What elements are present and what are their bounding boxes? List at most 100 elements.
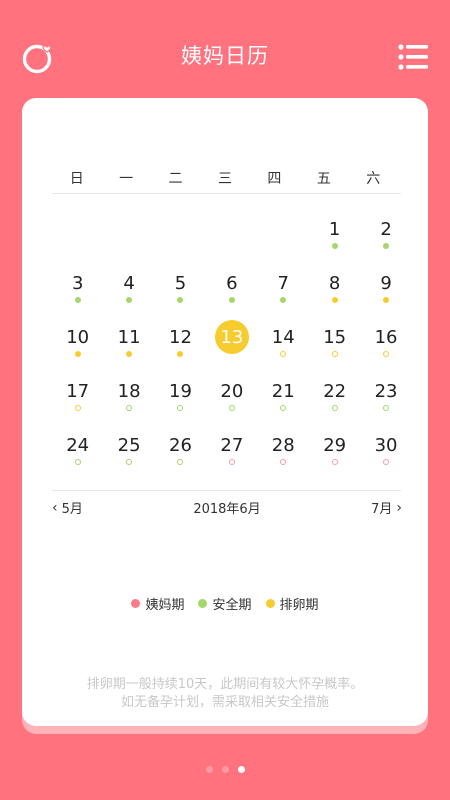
day-number: 15 xyxy=(323,327,347,348)
safe-status-dot xyxy=(228,297,235,303)
safe-status-dot xyxy=(126,459,133,465)
chevron-right-icon: › xyxy=(396,499,402,516)
day-number: 4 xyxy=(123,273,135,294)
day-cell[interactable]: 21 xyxy=(258,358,309,412)
day-number: 10 xyxy=(66,327,90,348)
day-number: 19 xyxy=(169,381,192,402)
period-status-dot xyxy=(383,459,390,465)
current-month-label: 2018年6月 xyxy=(193,502,261,517)
ovu-status-dot xyxy=(280,351,287,357)
page-dot[interactable] xyxy=(221,766,229,773)
ovu-status-dot xyxy=(126,351,133,357)
day-number: 5 xyxy=(174,273,187,294)
weekday-header: 日一二三四五六 xyxy=(52,168,398,192)
day-cell[interactable]: 20 xyxy=(206,358,257,412)
day-cell[interactable]: 26 xyxy=(155,412,206,466)
day-cell[interactable]: 14 xyxy=(258,304,309,358)
day-number: 2 xyxy=(380,219,392,240)
page-dot[interactable] xyxy=(205,766,213,773)
day-number: 30 xyxy=(374,435,398,456)
calendar-card: 日一二三四五六 1 2 3 4 5 6 7 8 9 10 11 12 13 14 15 16 17 18 19 20 2… xyxy=(22,98,428,726)
day-number: 12 xyxy=(169,327,192,348)
legend-item-period: 姨妈期 xyxy=(131,594,184,613)
safe-status-dot xyxy=(177,297,184,303)
day-number: 9 xyxy=(380,273,392,294)
day-cell[interactable]: 5 xyxy=(155,250,206,304)
ovu-status-dot xyxy=(331,297,338,303)
empty-cell xyxy=(258,196,309,250)
day-number: 1 xyxy=(328,219,341,240)
calendar-week: 17 18 19 20 21 22 23 xyxy=(52,358,412,412)
day-cell[interactable]: 30 xyxy=(360,412,411,466)
day-number: 13 xyxy=(220,327,244,348)
next-month-button[interactable]: 7月 › xyxy=(371,498,402,518)
safe-status-dot xyxy=(74,459,81,465)
day-cell[interactable]: 18 xyxy=(103,358,154,412)
safe-status-dot xyxy=(280,297,287,303)
day-cell[interactable]: 6 xyxy=(206,250,257,304)
day-cell[interactable]: 13 xyxy=(206,304,257,358)
calendar-week: 12 xyxy=(52,196,412,250)
day-cell[interactable]: 3 xyxy=(52,250,103,304)
day-cell[interactable]: 19 xyxy=(155,358,206,412)
divider xyxy=(52,490,401,491)
day-cell[interactable]: 23 xyxy=(360,358,411,412)
day-cell[interactable]: 29 xyxy=(309,412,360,466)
period-status-dot xyxy=(280,459,287,465)
ovu-status-dot xyxy=(331,351,338,357)
period-status-dot xyxy=(331,459,338,465)
day-number: 29 xyxy=(323,435,347,456)
safe-status-dot xyxy=(228,405,235,411)
day-cell[interactable]: 2 xyxy=(360,196,411,250)
list-menu-icon[interactable] xyxy=(398,44,428,70)
calendar-week: 24 25 26 27 28 29 30 xyxy=(52,412,412,466)
day-cell[interactable]: 11 xyxy=(103,304,154,358)
day-cell[interactable]: 15 xyxy=(309,304,360,358)
legend-item-safe: 安全期 xyxy=(198,594,252,613)
day-number: 8 xyxy=(328,273,341,294)
day-number: 18 xyxy=(117,381,141,402)
page-dot[interactable] xyxy=(237,766,245,773)
day-cell[interactable]: 12 xyxy=(155,304,206,358)
day-cell[interactable]: 28 xyxy=(258,412,309,466)
day-number: 17 xyxy=(66,381,90,402)
day-cell[interactable]: 17 xyxy=(52,358,103,412)
weekday-label: 二 xyxy=(168,171,183,187)
weekday-label: 一 xyxy=(119,171,134,187)
next-month-label: 7月 xyxy=(371,502,393,517)
safe-status-dot xyxy=(177,459,184,465)
day-cell[interactable]: 24 xyxy=(52,412,103,466)
day-number: 26 xyxy=(169,435,192,456)
period-status-dot xyxy=(228,459,235,465)
empty-cell xyxy=(206,196,257,250)
day-cell[interactable]: 8 xyxy=(309,250,360,304)
safe-status-dot xyxy=(331,243,338,249)
calendar-week: 10 11 12 13 14 15 16 xyxy=(52,304,412,358)
month-nav: ‹ 5月 2018年6月 7月 › xyxy=(52,498,402,518)
divider xyxy=(52,193,401,194)
safe-status-dot xyxy=(331,405,338,411)
ovu-status-dot xyxy=(74,351,81,357)
day-cell[interactable]: 16 xyxy=(360,304,411,358)
day-cell[interactable]: 25 xyxy=(103,412,154,466)
legend: 姨妈期 安全期 排卵期 xyxy=(22,594,428,613)
weekday-label: 四 xyxy=(267,171,282,187)
day-number: 7 xyxy=(277,273,289,294)
page-indicator xyxy=(0,766,450,773)
day-cell[interactable]: 7 xyxy=(258,250,309,304)
note-line-2: 如无备孕计划，需采取相关安全措施 xyxy=(120,695,329,710)
empty-cell xyxy=(155,196,206,250)
empty-cell xyxy=(103,196,154,250)
day-number: 3 xyxy=(71,273,84,294)
safe-status-dot xyxy=(126,297,133,303)
day-cell[interactable]: 27 xyxy=(206,412,257,466)
safe-status-dot xyxy=(383,405,390,411)
calendar-grid: 1 2 3 4 5 6 7 8 9 10 11 12 13 14 15 16 17 18 19 20 21 22 23 24 2… xyxy=(52,196,412,466)
day-cell[interactable]: 4 xyxy=(103,250,154,304)
day-cell[interactable]: 22 xyxy=(309,358,360,412)
ovu-status-dot xyxy=(383,297,390,303)
note-line-1: 排卵期一般持续10天，此期间有较大怀孕概率。 xyxy=(86,677,364,692)
day-cell[interactable]: 10 xyxy=(52,304,103,358)
day-cell[interactable]: 9 xyxy=(360,250,411,304)
day-cell[interactable]: 1 xyxy=(309,196,360,250)
